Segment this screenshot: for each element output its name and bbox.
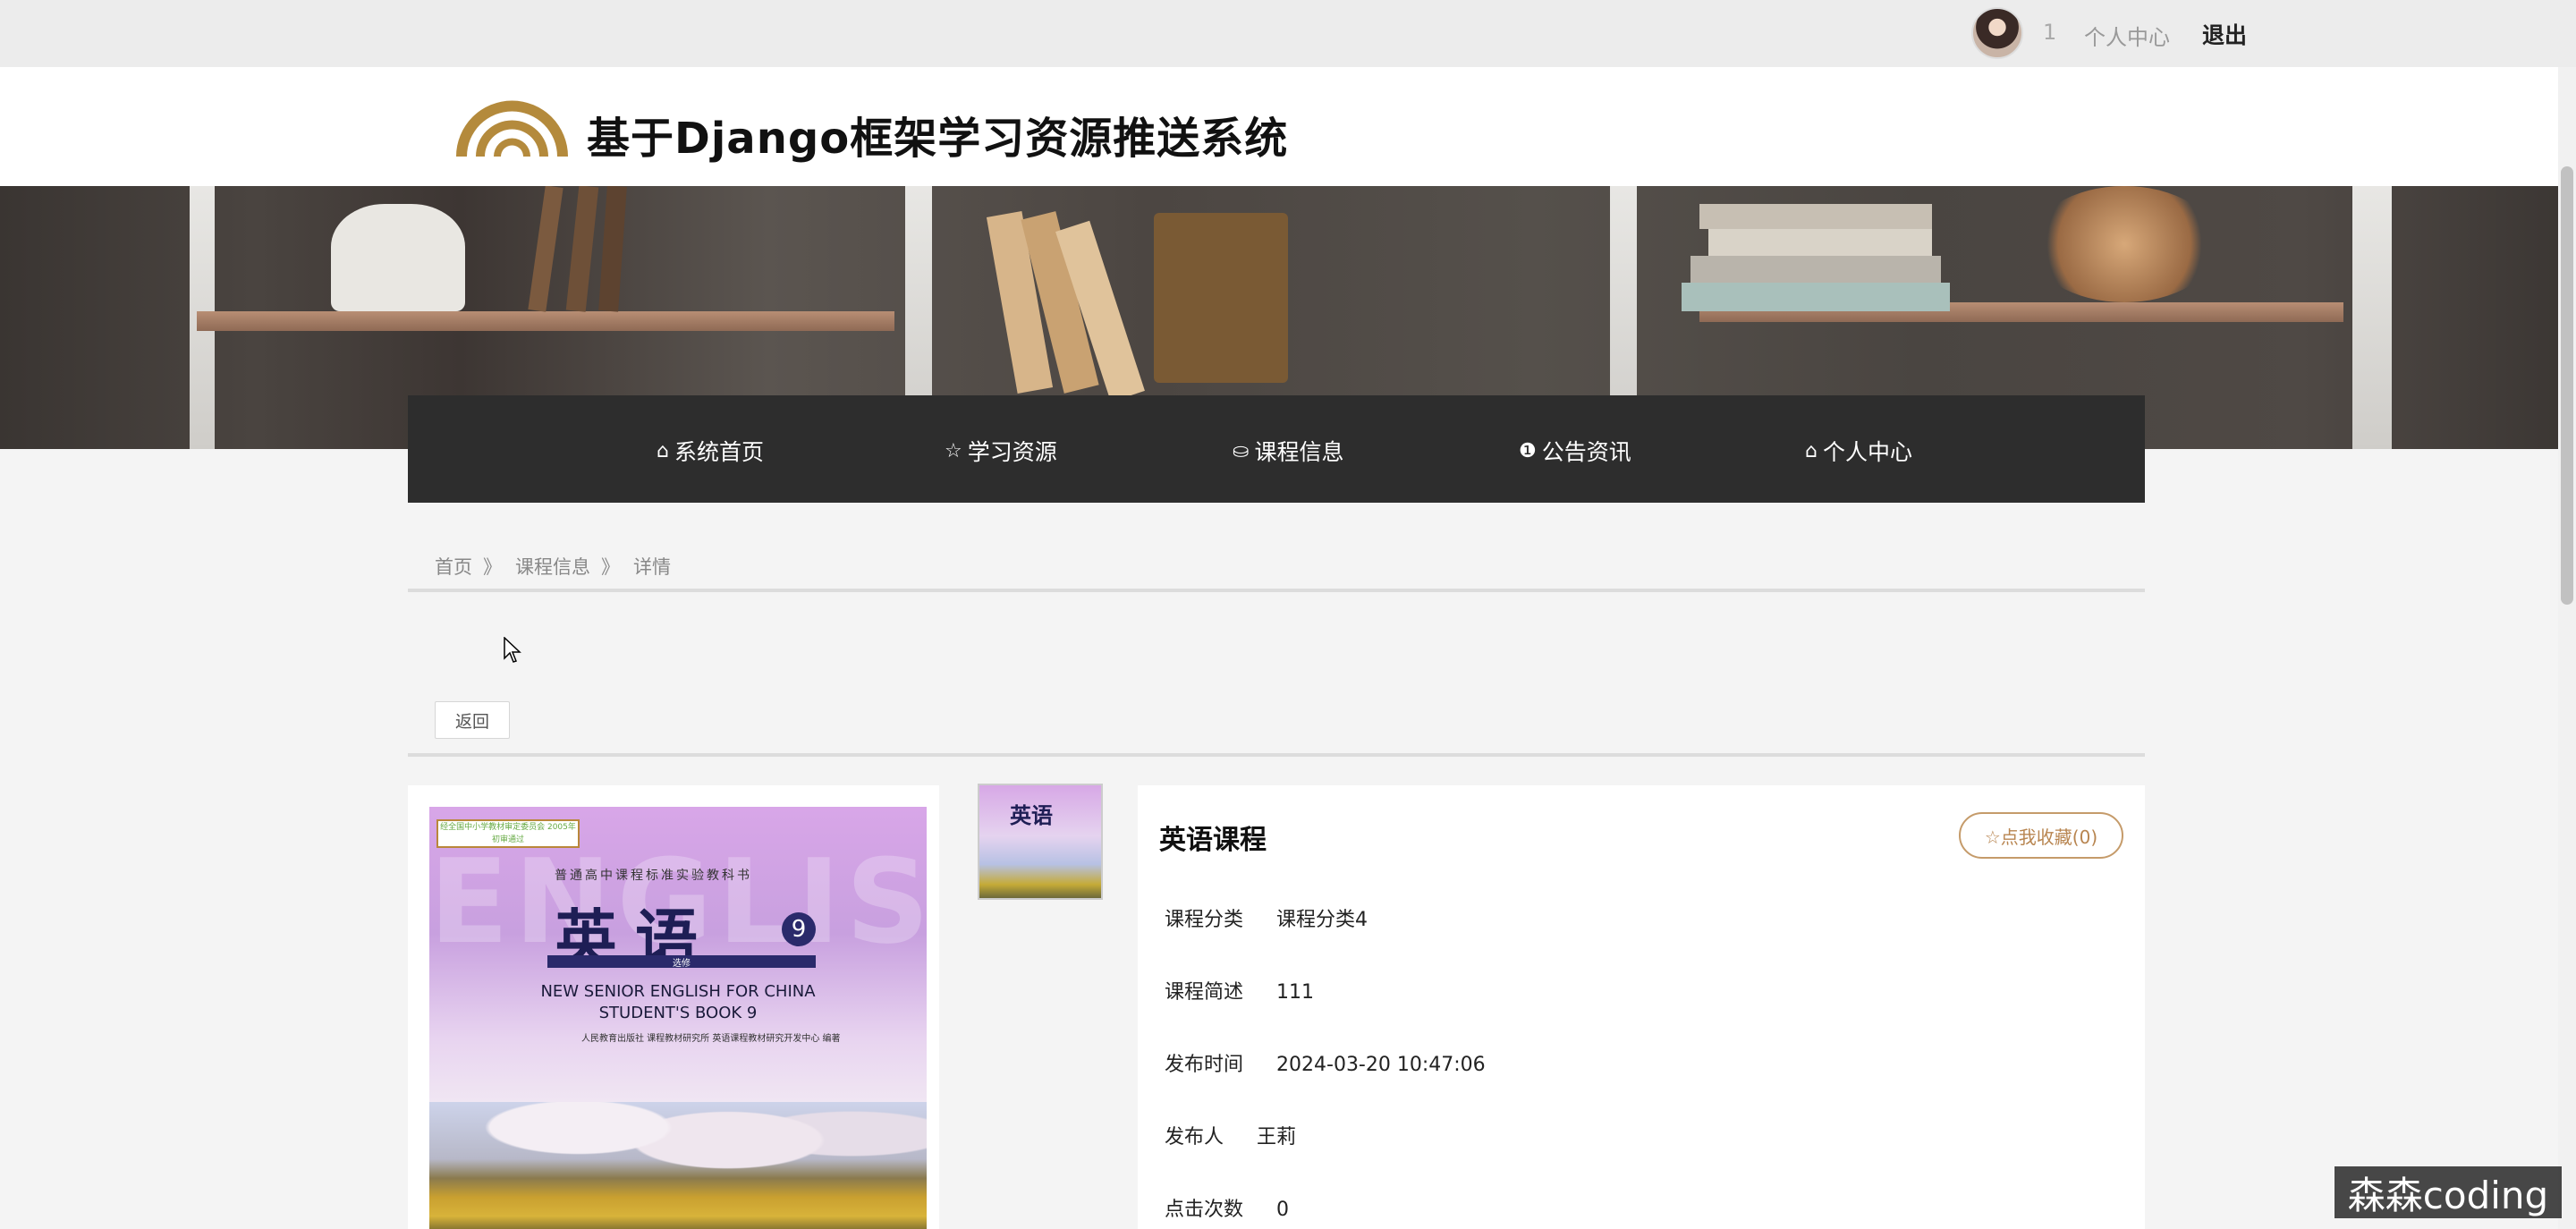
watermark: 森森coding [2334,1166,2562,1218]
field-value: 王莉 [1257,1126,1297,1148]
nav-label: 课程信息 [1254,439,1344,465]
main-nav: ⌂ 系统首页 ☆ 学习资源 ⛀ 课程信息 ❶ 公告资讯 ⌂ 个人中心 [408,395,2145,503]
breadcrumb-home[interactable]: 首页 [435,553,472,580]
home-icon: ⌂ [657,439,669,462]
field-label: 课程简述 [1165,981,1244,1004]
nav-item-user-center[interactable]: ⌂ 个人中心 [1805,435,1912,467]
site-title[interactable]: 基于Django框架学习资源推送系统 [587,103,1288,165]
field-value: 2024-03-20 10:47:06 [1276,1054,1486,1076]
top-bar: 1 个人中心 退出 [0,0,2576,67]
nav-item-home[interactable]: ⌂ 系统首页 [657,435,764,467]
cover-volume: 9 [782,912,816,946]
field-label: 点击次数 [1165,1199,1244,1221]
field-summary: 课程简述 111 [1165,976,1314,1004]
field-click-count: 点击次数 0 [1165,1193,1289,1222]
nav-item-courses[interactable]: ⛀ 课程信息 [1233,435,1343,467]
logo-icon [456,100,568,157]
avatar[interactable] [1971,7,2023,59]
mouse-cursor-icon [504,637,521,663]
field-label: 课程分类 [1165,909,1244,931]
nav-item-resources[interactable]: ☆ 学习资源 [945,435,1057,467]
breadcrumb: 首页 》 课程信息 》 详情 [408,553,2145,592]
field-publisher: 发布人 王莉 [1165,1121,1296,1149]
favorite-button[interactable]: ☆点我收藏(0) [1959,812,2123,859]
nav-label: 学习资源 [967,439,1057,465]
cover-panel: ENGLISH 经全国中小学教材审定委员会 2005年初审通过 普通高中课程标准… [408,785,939,1229]
breadcrumb-separator: 》 [483,556,502,578]
book-cover-image: ENGLISH 经全国中小学教材审定委员会 2005年初审通过 普通高中课程标准… [429,807,927,1229]
logout-link[interactable]: 退出 [2202,18,2247,50]
back-button[interactable]: 返回 [435,701,510,739]
field-value: 课程分类4 [1276,909,1368,931]
breadcrumb-separator: 》 [601,556,620,578]
user-id: 1 [2043,20,2057,45]
nav-label: 公告资讯 [1541,439,1631,465]
site-header: 基于Django框架学习资源推送系统 [0,67,2576,186]
course-title: 英语课程 [1159,825,1267,856]
nav-label: 个人中心 [1822,439,1912,465]
breadcrumb-detail: 详情 [633,556,671,578]
nav-item-news[interactable]: ❶ 公告资讯 [1519,435,1631,467]
cover-badge: 经全国中小学教材审定委员会 2005年初审通过 [436,819,580,848]
nav-label: 系统首页 [674,439,764,465]
cover-publisher: 人民教育出版社 课程教材研究所 英语课程教材研究开发中心 编著 [581,1034,841,1044]
user-center-link[interactable]: 个人中心 [2084,20,2170,51]
course-details: 英语课程 ☆点我收藏(0) 课程分类 课程分类4 课程简述 111 发布时间 2… [1138,785,2145,1229]
divider [408,753,2145,757]
cover-bar: 选修 [547,955,816,969]
field-label: 发布人 [1165,1126,1224,1148]
star-icon: ☆ [945,439,962,462]
field-label: 发布时间 [1165,1054,1244,1076]
bag-icon: ⛀ [1233,439,1250,462]
info-icon: ❶ [1519,439,1537,462]
field-value: 111 [1276,981,1315,1004]
field-category: 课程分类 课程分类4 [1165,903,1368,932]
cover-en-line1: NEW SENIOR ENGLISH FOR CHINA [540,982,816,1001]
cover-tag: 选修 [673,959,691,969]
breadcrumb-courses[interactable]: 课程信息 [515,553,590,580]
home-icon: ⌂ [1805,439,1818,462]
field-value: 0 [1276,1199,1290,1221]
cover-subtitle: 普通高中课程标准实验教科书 [555,869,752,883]
scrollbar-thumb[interactable] [2561,166,2573,605]
cover-illustration [429,1102,927,1229]
cover-en-line2: STUDENT'S BOOK 9 [598,1004,758,1022]
thumbnail-title: 英语 [1010,802,1053,828]
cover-thumbnail[interactable]: 英语 [978,784,1103,900]
field-publish-time: 发布时间 2024-03-20 10:47:06 [1165,1048,1486,1077]
